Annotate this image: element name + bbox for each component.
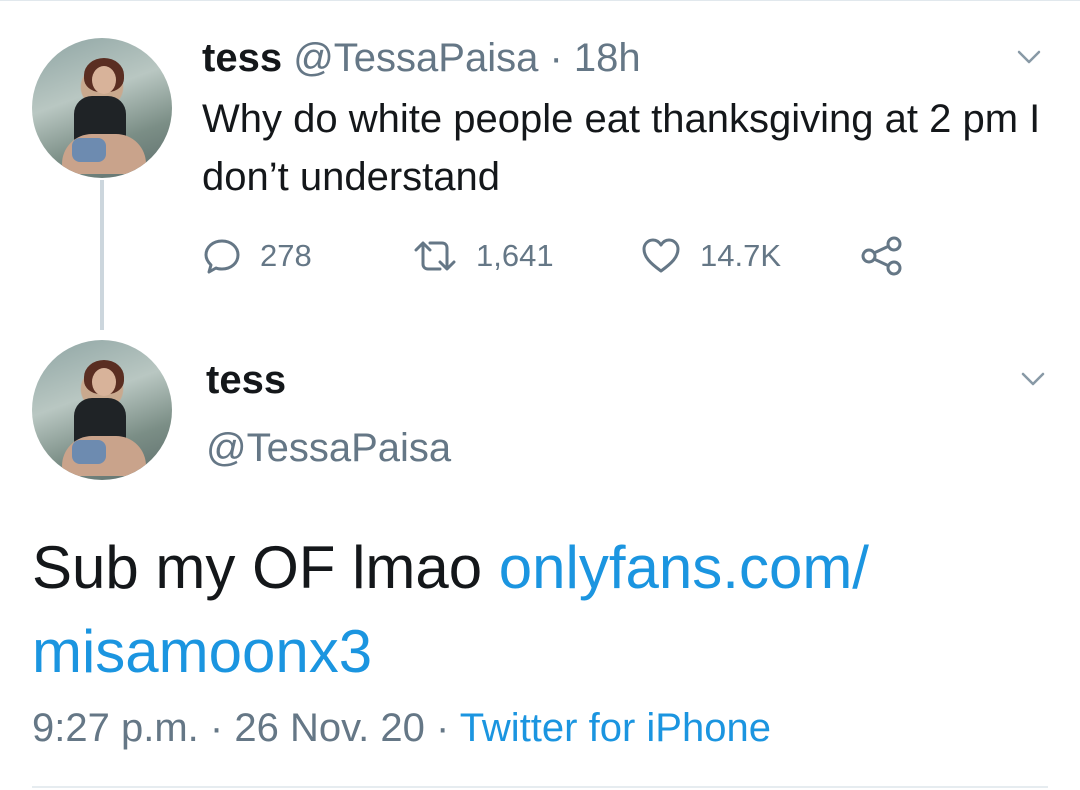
chevron-down-icon[interactable] [1020,366,1046,392]
reply-icon [204,239,240,274]
display-name[interactable]: tess [202,36,282,80]
chevron-down-icon[interactable] [1016,44,1042,70]
tweet-text-body: Sub my OF lmao [32,534,499,601]
separator-dot: · [549,36,563,80]
tweet-time[interactable]: 18h [574,36,641,80]
retweet-icon [414,241,456,271]
reply-count: 278 [260,238,312,273]
retweet-count: 1,641 [476,238,554,273]
tweet-actions: 278 1,641 14.7K [202,228,904,284]
separator-dot: · [435,706,450,750]
share-button[interactable] [860,236,904,276]
user-handle[interactable]: @TessaPaisa [293,36,538,80]
tweet-text: Sub my OF lmao onlyfans.com/misamoonx3 [32,526,1032,694]
avatar-shorts [72,138,106,162]
like-button[interactable]: 14.7K [640,236,860,276]
top-divider [0,0,1080,1]
tweet-source-link[interactable]: Twitter for iPhone [460,706,771,750]
user-handle[interactable]: @TessaPaisa [206,424,451,472]
tweet-date[interactable]: 26 Nov. 20 [234,706,425,750]
avatar-face [92,368,116,396]
thread-line [100,180,104,330]
retweet-button[interactable]: 1,641 [412,236,640,276]
heart-icon [642,238,680,273]
share-icon [861,236,902,276]
bottom-divider [32,786,1048,788]
tweet-header: tess @TessaPaisa · 18h [202,34,641,82]
avatar-shorts [72,440,106,464]
reply-button[interactable]: 278 [202,236,412,276]
avatar[interactable] [32,340,172,480]
tweet-text: Why do white people eat thanksgiving at … [202,97,1041,199]
tweet-time[interactable]: 9:27 p.m. [32,706,199,750]
display-name[interactable]: tess [206,356,286,404]
avatar[interactable] [32,38,172,178]
tweet-metadata: 9:27 p.m. · 26 Nov. 20 · Twitter for iPh… [32,700,771,756]
avatar-face [92,66,116,94]
like-count: 14.7K [700,238,782,273]
separator-dot: · [209,706,224,750]
